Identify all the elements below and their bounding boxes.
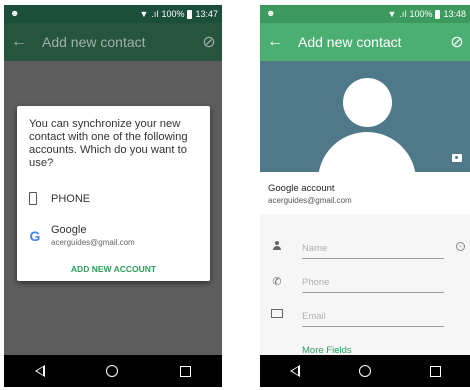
- battery-percent: 100%: [161, 9, 185, 19]
- right-phone-screen: ☻ ▼ .ıl 100% 13:48 ← Add new contact ⊘ G…: [260, 5, 470, 387]
- name-row: ⌄: [260, 238, 470, 262]
- back-arrow-icon[interactable]: ←: [260, 33, 290, 51]
- notification-icon: ☻: [10, 8, 20, 18]
- signal-icon: .ıl: [399, 9, 407, 19]
- app-bar: ← Add new contact ⊘: [4, 23, 222, 61]
- nav-bar: [4, 355, 222, 387]
- email-field[interactable]: [302, 306, 444, 327]
- account-chooser-dialog: You can synchronize your new contact wit…: [17, 106, 210, 281]
- expand-icon[interactable]: ⌄: [456, 242, 465, 251]
- add-new-account-button[interactable]: ADD NEW ACCOUNT: [17, 264, 210, 274]
- status-bar: ☻ ▼ .ıl 100% 13:48: [260, 5, 470, 23]
- camera-icon[interactable]: [452, 154, 462, 162]
- wifi-icon: ▼: [139, 9, 149, 19]
- nav-bar: [260, 355, 470, 387]
- nav-home-icon[interactable]: [358, 365, 371, 377]
- avatar-head: [343, 78, 392, 127]
- check-circle-icon[interactable]: ⊘: [444, 32, 470, 52]
- phone-field[interactable]: [302, 272, 444, 293]
- nav-recents-icon[interactable]: [180, 365, 192, 377]
- clock: 13:47: [195, 9, 218, 19]
- contact-fields: ⌄ ✆ More Fields: [260, 214, 470, 356]
- person-icon: [270, 241, 284, 254]
- dialog-message: You can synchronize your new contact wit…: [29, 118, 188, 169]
- nav-back-icon[interactable]: [289, 365, 300, 377]
- notification-icon: ☻: [266, 8, 276, 18]
- wifi-icon: ▼: [387, 9, 397, 19]
- nav-recents-icon[interactable]: [429, 365, 441, 377]
- clock: 13:48: [443, 9, 466, 19]
- phone-call-icon: ✆: [272, 276, 282, 288]
- battery-icon: [187, 9, 193, 19]
- account-email: acerguides@gmail.com: [268, 196, 352, 205]
- option-google-email: acerguides@gmail.com: [51, 238, 135, 247]
- option-phone[interactable]: PHONE: [29, 192, 200, 205]
- email-row: [260, 306, 470, 330]
- nav-home-icon[interactable]: [106, 365, 119, 377]
- check-circle-icon[interactable]: ⊘: [196, 32, 222, 52]
- page-title: Add new contact: [42, 34, 146, 50]
- page-title: Add new contact: [298, 34, 402, 50]
- battery-icon: [435, 9, 441, 19]
- name-field[interactable]: [302, 238, 444, 259]
- account-section[interactable]: Google account acerguides@gmail.com: [260, 172, 470, 214]
- avatar-body: [318, 132, 416, 172]
- account-title: Google account: [268, 183, 335, 194]
- back-arrow-icon[interactable]: ←: [4, 33, 34, 51]
- mail-icon: [270, 309, 284, 321]
- left-phone-screen: ☻ ▼ .ıl 100% 13:47 ← Add new contact ⊘ Y…: [4, 5, 222, 387]
- app-bar: ← Add new contact ⊘: [260, 23, 470, 61]
- battery-percent: 100%: [409, 9, 433, 19]
- status-bar: ☻ ▼ .ıl 100% 13:47: [4, 5, 222, 23]
- nav-back-icon[interactable]: [34, 365, 45, 377]
- phone-row: ✆: [260, 272, 470, 296]
- contact-photo[interactable]: [260, 61, 470, 172]
- phone-icon: [29, 192, 37, 205]
- signal-icon: .ıl: [151, 9, 159, 19]
- option-phone-label: PHONE: [51, 192, 91, 205]
- option-google[interactable]: G Google acerguides@gmail.com: [29, 224, 200, 247]
- option-google-label: Google: [51, 224, 87, 236]
- google-icon: G: [29, 227, 41, 244]
